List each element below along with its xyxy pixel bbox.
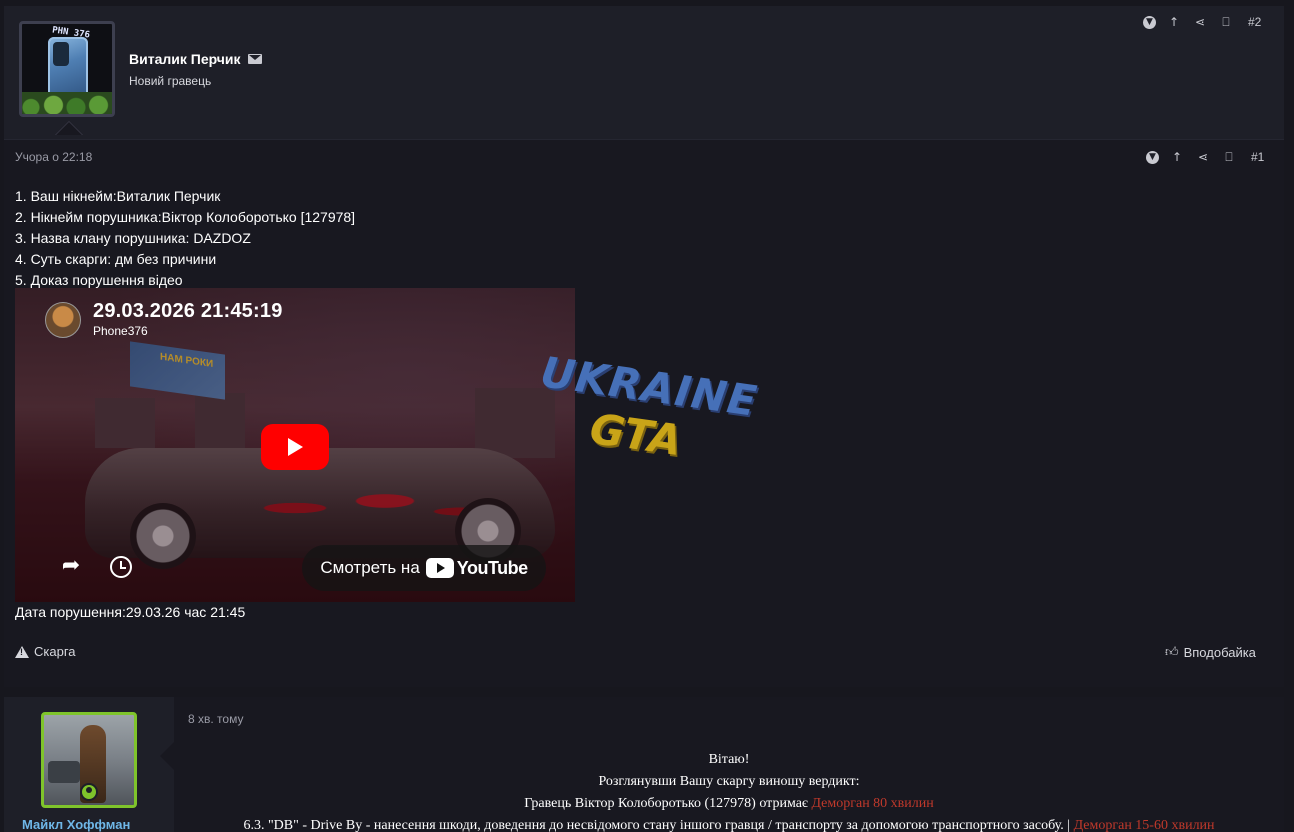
share-icon[interactable]: ⋖ bbox=[1192, 14, 1208, 30]
verdict-penalty: Деморган 80 хвилин bbox=[811, 796, 934, 811]
arrow-up-icon[interactable]: ↑ bbox=[1166, 14, 1182, 30]
youtube-play-icon bbox=[425, 558, 454, 578]
post-content: 1. Ваш нікнейм:Виталик Перчик 2. Нікнейм… bbox=[15, 186, 355, 291]
channel-avatar[interactable] bbox=[45, 302, 81, 338]
verdict-decision-text: Гравець Віктор Колоборотько (127978) отр… bbox=[524, 796, 812, 811]
report-label: Скарга bbox=[34, 644, 76, 659]
verdict-decision: Гравець Віктор Колоборотько (127978) отр… bbox=[174, 793, 1284, 815]
content-line: 3. Назва клану порушника: DAZDOZ bbox=[15, 230, 251, 246]
watch-on-youtube-button[interactable]: Смотреть на YouTube bbox=[302, 545, 546, 591]
envelope-icon[interactable] bbox=[248, 54, 263, 64]
watch-label: Смотреть на bbox=[320, 558, 420, 577]
verdict-intro: Розглянувши Вашу скаргу виношу вердикт: bbox=[598, 774, 860, 789]
video-title[interactable]: 29.03.2026 21:45:19 bbox=[93, 300, 283, 323]
verdict-rule-text: 6.3. "DB" - Drive By - нанесення шкоди, … bbox=[243, 818, 1074, 832]
post-number[interactable]: #1 bbox=[1251, 150, 1264, 164]
bookmark-icon[interactable]: ⎕ bbox=[1218, 14, 1234, 30]
share-icon[interactable]: ➦ bbox=[57, 554, 85, 578]
verdict-greeting: Вітаю! bbox=[708, 752, 750, 767]
bookmark-icon[interactable]: ⎕ bbox=[1221, 149, 1237, 165]
caret-pointer bbox=[160, 742, 174, 770]
video-channel[interactable]: Phone376 bbox=[93, 324, 148, 338]
online-user-icon bbox=[80, 783, 98, 801]
content-line: 1. Ваш нікнейм:Виталик Перчик bbox=[15, 188, 221, 204]
chevron-circle-down-icon[interactable]: ▼ bbox=[1143, 15, 1156, 29]
avatar-car bbox=[48, 761, 80, 783]
username-text[interactable]: Виталик Перчик bbox=[129, 51, 241, 67]
share-icon[interactable]: ⋖ bbox=[1195, 149, 1211, 165]
plants-image bbox=[22, 92, 112, 114]
youtube-logo: YouTube bbox=[425, 557, 528, 579]
like-button[interactable]: 👍︎ Вподобайка bbox=[1165, 644, 1256, 660]
username[interactable]: Виталик Перчик bbox=[129, 51, 263, 67]
post-2: Майкл Хоффман 8 хв. тому Вітаю! Розгляну… bbox=[4, 697, 1284, 832]
verdict-rule-penalty: Деморган 15-60 хвилин bbox=[1073, 818, 1215, 832]
violation-date: Дата порушення:29.03.26 час 21:45 bbox=[15, 604, 246, 620]
user-role: Новий гравець bbox=[129, 74, 212, 88]
warning-icon bbox=[15, 645, 29, 658]
post-actions: ▼ ↑ ⋖ ⎕ #1 bbox=[1146, 149, 1264, 165]
report-link[interactable]: Скарга bbox=[15, 644, 76, 659]
chevron-circle-down-icon[interactable]: ▼ bbox=[1146, 150, 1159, 164]
username[interactable]: Майкл Хоффман bbox=[22, 817, 130, 832]
verdict-rule: 6.3. "DB" - Drive By - нанесення шкоди, … bbox=[174, 815, 1284, 832]
site-watermark: UKRAINE GTA bbox=[538, 347, 761, 472]
post-date[interactable]: 8 хв. тому bbox=[188, 712, 243, 726]
like-label: Вподобайка bbox=[1183, 644, 1256, 660]
caret-pointer bbox=[55, 121, 83, 135]
youtube-wordmark: YouTube bbox=[456, 557, 528, 578]
post-actions: ▼ ↑ ⋖ ⎕ #2 bbox=[1143, 14, 1261, 30]
content-line: 2. Нікнейм порушника:Віктор Колоборотько… bbox=[15, 209, 356, 225]
post-date[interactable]: Учора о 22:18 bbox=[15, 150, 92, 164]
arrow-up-icon[interactable]: ↑ bbox=[1169, 149, 1185, 165]
youtube-embed[interactable]: НАМ РОКИ 29.03.2026 21:45:19 Phone376 ➦ … bbox=[15, 288, 575, 602]
content-line: 4. Суть скарги: дм без причини bbox=[15, 251, 217, 267]
post-number[interactable]: #2 bbox=[1248, 15, 1261, 29]
play-button[interactable] bbox=[261, 424, 329, 470]
user-avatar[interactable]: PHN 376 bbox=[19, 21, 115, 117]
verdict-content: Вітаю! Розглянувши Вашу скаргу виношу ве… bbox=[174, 749, 1284, 832]
thumbs-up-icon: 👍︎ bbox=[1165, 644, 1179, 659]
post-1-header: PHN 376 Виталик Перчик Новий гравець bbox=[4, 6, 1284, 140]
watch-later-icon[interactable] bbox=[110, 556, 132, 578]
post-2-user-panel: Майкл Хоффман bbox=[4, 697, 174, 832]
